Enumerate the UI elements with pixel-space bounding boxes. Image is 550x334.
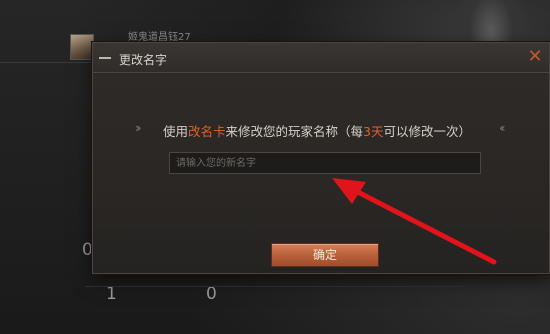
- chevron-right-icon: ››: [135, 121, 141, 135]
- rename-card-highlight: 改名卡: [188, 124, 226, 139]
- player-avatar: [70, 34, 94, 60]
- notice-row: ›› 使用改名卡来修改您的玩家名称（每3天可以修改一次） ‹‹: [127, 119, 527, 139]
- notice-text: 使用改名卡来修改您的玩家名称（每3天可以修改一次）: [163, 121, 471, 140]
- player-name: 姬鬼道昌钰27: [128, 32, 191, 43]
- confirm-button[interactable]: 确定: [271, 243, 379, 267]
- stat-value: 1: [106, 284, 117, 304]
- chevron-left-icon: ‹‹: [499, 121, 505, 135]
- close-button[interactable]: ✕: [525, 47, 545, 67]
- notice-suffix: 可以修改一次）: [383, 124, 472, 139]
- notice-mid: 来修改您的玩家名称（每: [225, 124, 364, 139]
- rename-dialog: 更改名字 ✕ ›› 使用改名卡来修改您的玩家名称（每3天可以修改一次） ‹‹ 确…: [92, 42, 550, 274]
- divider: [0, 62, 95, 63]
- new-name-input[interactable]: [169, 152, 481, 174]
- dialog-header: 更改名字 ✕: [93, 43, 549, 73]
- divider: [85, 286, 465, 287]
- notice-prefix: 使用: [163, 124, 189, 139]
- days-highlight: 3天: [363, 124, 384, 139]
- dash-icon: [99, 53, 111, 63]
- dialog-title: 更改名字: [119, 53, 168, 67]
- stat-value: 0: [206, 284, 217, 304]
